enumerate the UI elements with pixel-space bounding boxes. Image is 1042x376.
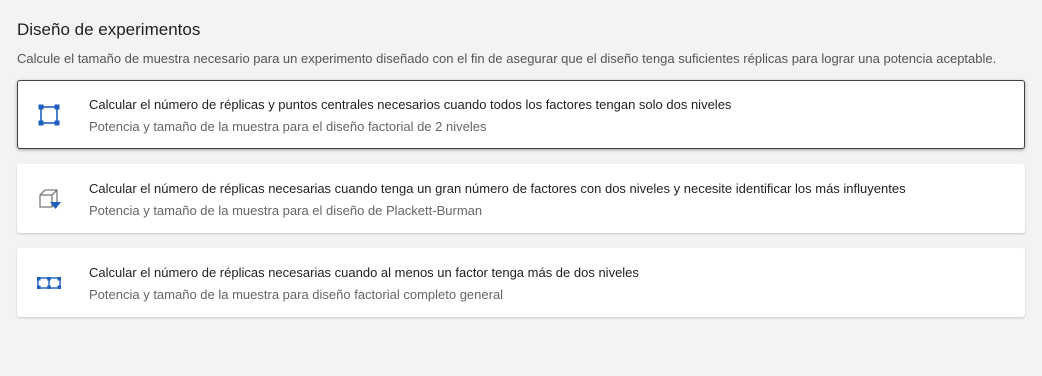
option-label: Calcular el número de réplicas y puntos … — [89, 97, 732, 112]
option-text: Calcular el número de réplicas necesaria… — [89, 180, 1005, 219]
option-label: Calcular el número de réplicas necesaria… — [89, 181, 906, 196]
option-card-plackett-burman[interactable]: Calcular el número de réplicas necesaria… — [17, 164, 1025, 233]
page-title: Diseño de experimentos — [17, 20, 201, 39]
page-subtitle: Calcule el tamaño de muestra necesario p… — [17, 51, 997, 66]
factorial-square-icon — [37, 103, 61, 127]
option-card-general-full-factorial[interactable]: Calcular el número de réplicas necesaria… — [17, 248, 1025, 317]
option-card-2-level-factorial[interactable]: Calcular el número de réplicas y puntos … — [17, 80, 1025, 149]
option-text: Calcular el número de réplicas y puntos … — [89, 96, 1004, 135]
cube-funnel-icon — [37, 187, 61, 211]
general-factorial-icon — [37, 271, 61, 295]
page-header: Diseño de experimentos Calcule el tamaño… — [17, 19, 1025, 68]
option-description: Potencia y tamaño de la muestra para el … — [89, 203, 483, 218]
option-list: Calcular el número de réplicas y puntos … — [17, 80, 1025, 332]
option-label: Calcular el número de réplicas necesaria… — [89, 265, 639, 280]
option-description: Potencia y tamaño de la muestra para dis… — [89, 287, 504, 302]
option-text: Calcular el número de réplicas necesaria… — [89, 264, 1005, 303]
option-description: Potencia y tamaño de la muestra para el … — [89, 119, 487, 134]
